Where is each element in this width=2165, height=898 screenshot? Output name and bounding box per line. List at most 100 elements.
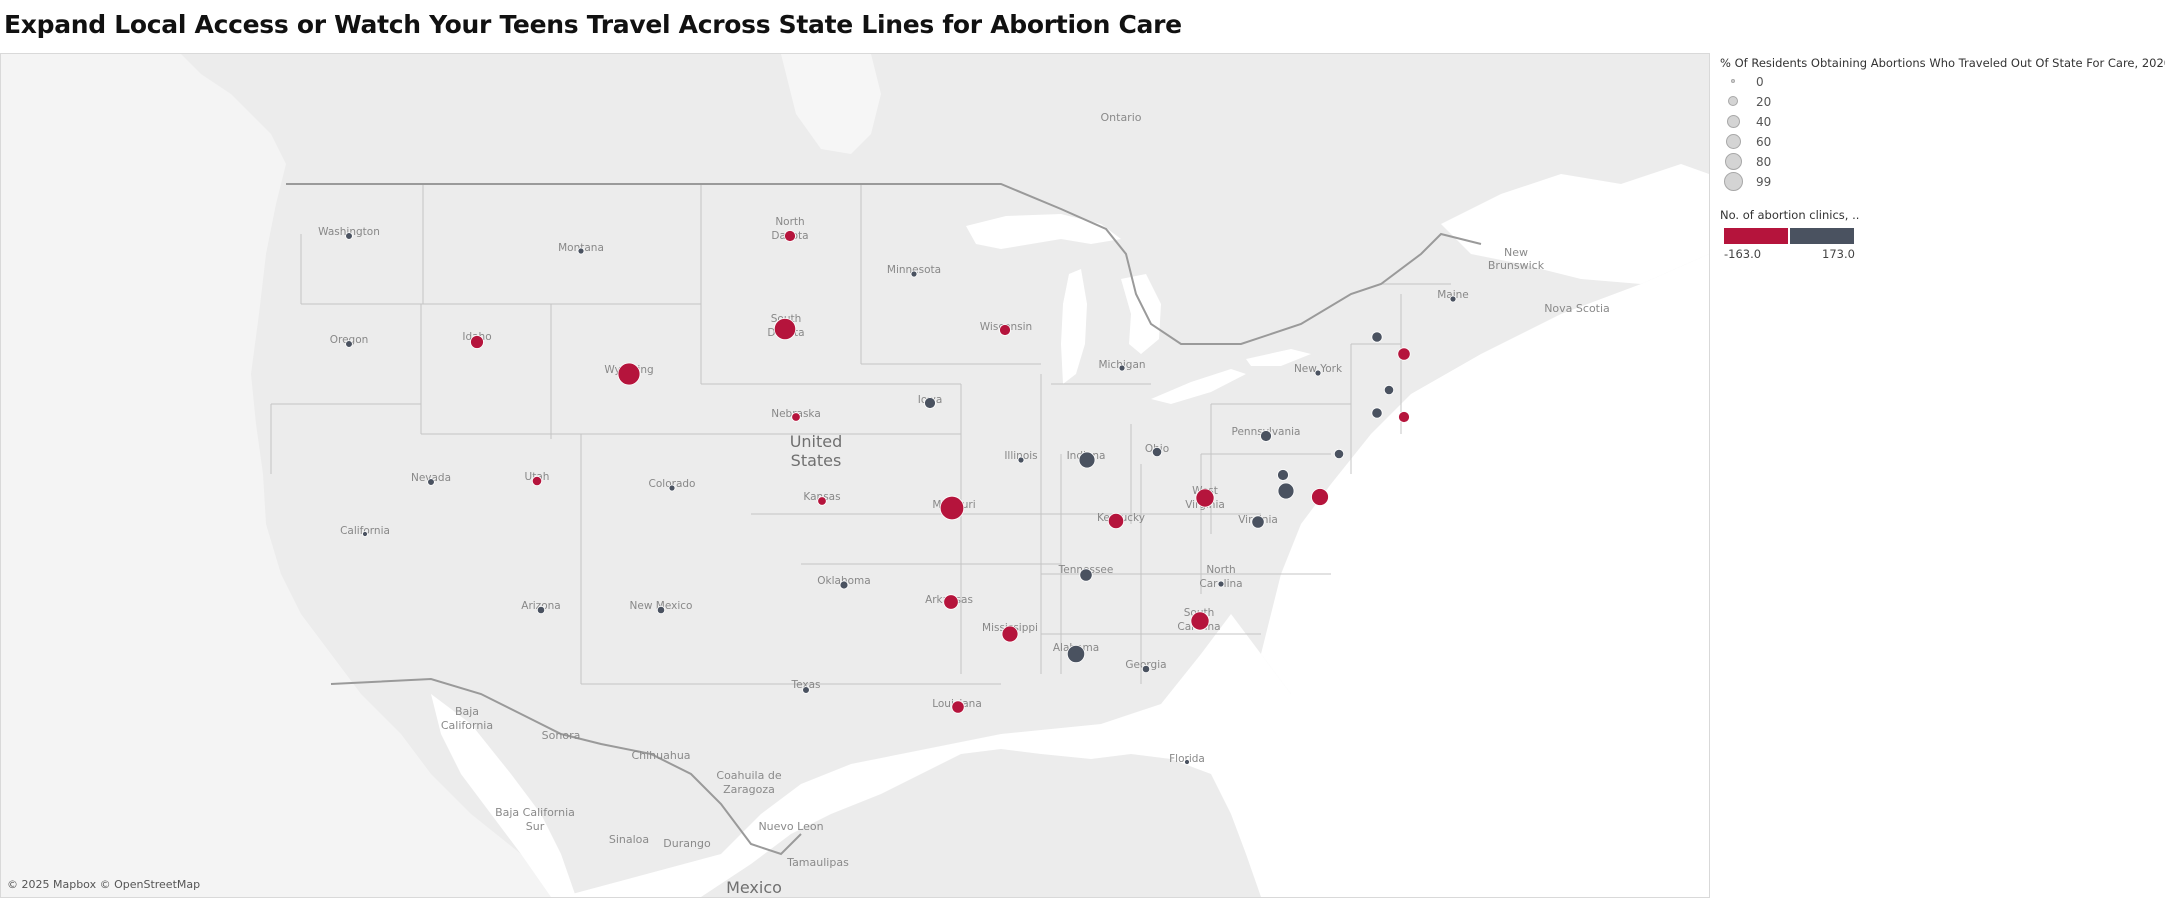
color-legend-title: No. of abortion clinics, .. <box>1720 208 1860 222</box>
bubble-montana[interactable] <box>577 247 585 255</box>
bubble-arkansas[interactable] <box>943 594 959 610</box>
bubble-georgia[interactable] <box>1141 664 1151 674</box>
bubble-colorado[interactable] <box>668 484 676 492</box>
bubble-minnesota[interactable] <box>910 270 918 278</box>
bubble-kentucky[interactable] <box>1107 512 1125 530</box>
size-legend-dot <box>1726 134 1741 149</box>
bubble-alabama[interactable] <box>1066 644 1086 664</box>
size-legend-dot <box>1731 79 1735 83</box>
color-legend-negative-swatch <box>1724 228 1788 244</box>
label-chihuahua: Chihuahua <box>631 749 690 762</box>
bubble-missouri[interactable] <box>939 495 965 521</box>
label-baja-california-sur-1: Baja California <box>495 806 575 819</box>
bubble-wisconsin[interactable] <box>999 324 1011 336</box>
bubble-virginia[interactable] <box>1251 515 1265 529</box>
size-legend-dot <box>1728 96 1738 106</box>
map-view[interactable]: Ontario New Brunswick Nova Scotia Sonora… <box>0 53 1710 898</box>
size-legend-dot <box>1725 153 1742 170</box>
color-legend-range: -163.0 173.0 <box>1724 244 1864 261</box>
bubble-north-carolina[interactable] <box>1217 580 1225 588</box>
color-legend: No. of abortion clinics, .. -163.0 173.0 <box>1720 208 1880 261</box>
size-legend-label: 80 <box>1756 155 1772 169</box>
color-legend-min: -163.0 <box>1724 247 1762 261</box>
bubble-south-carolina[interactable] <box>1190 611 1210 631</box>
bubble-michigan[interactable] <box>1118 364 1126 372</box>
label-coahuila-1: Coahuila de <box>716 769 781 782</box>
bubble-nevada[interactable] <box>427 478 435 486</box>
label-north-carolina-1: North <box>1206 564 1235 576</box>
bubble-utah[interactable] <box>531 475 543 487</box>
size-legend-label: 99 <box>1756 175 1772 189</box>
size-legend-item: 60 <box>1720 132 2160 152</box>
size-legend-label: 40 <box>1756 115 1772 129</box>
bubble-maine[interactable] <box>1449 295 1457 303</box>
bubble-maryland[interactable] <box>1277 482 1295 500</box>
size-legend-item: 80 <box>1720 152 2160 172</box>
bubble-texas[interactable] <box>802 686 810 694</box>
label-baja-california-1: Baja <box>455 705 479 718</box>
bubble-louisiana[interactable] <box>951 700 965 714</box>
bubble-pennsylvania[interactable] <box>1260 430 1272 442</box>
label-coahuila-2: Zaragoza <box>723 783 775 796</box>
size-legend-dot <box>1724 172 1743 191</box>
bubble-west-virginia[interactable] <box>1195 488 1215 508</box>
bubble-kansas[interactable] <box>817 496 827 506</box>
label-durango: Durango <box>663 837 711 850</box>
bubble-idaho[interactable] <box>470 335 484 349</box>
size-legend-label: 60 <box>1756 135 1772 149</box>
bubble-vermont[interactable] <box>1371 331 1383 343</box>
map-attribution[interactable]: © 2025 Mapbox © OpenStreetMap <box>7 878 200 891</box>
size-legend: % Of Residents Obtaining Abortions Who T… <box>1720 56 2165 192</box>
bubble-rhode-island[interactable] <box>1398 411 1410 423</box>
label-baja-california-2: California <box>441 719 493 732</box>
label-mexico: Mexico <box>726 878 782 897</box>
label-tamaulipas: Tamaulipas <box>786 856 849 869</box>
label-new-brunswick-1: New <box>1504 246 1528 259</box>
size-legend-dot <box>1727 115 1740 128</box>
size-legend-item: 99 <box>1720 172 2160 192</box>
size-legend-item: 40 <box>1720 112 2160 132</box>
bubble-mississippi[interactable] <box>1001 625 1019 643</box>
bubble-ohio[interactable] <box>1151 446 1163 458</box>
bubble-new-hampshire[interactable] <box>1397 347 1411 361</box>
bubble-south-dakota[interactable] <box>773 317 797 341</box>
size-legend-label: 20 <box>1756 95 1772 109</box>
bubble-new-mexico[interactable] <box>656 605 666 615</box>
bubble-washington-dc[interactable] <box>1277 469 1289 481</box>
size-legend-title: % Of Residents Obtaining Abortions Who T… <box>1720 56 2165 70</box>
bubble-florida[interactable] <box>1184 759 1190 765</box>
bubble-new-jersey[interactable] <box>1333 448 1345 460</box>
bubble-delaware[interactable] <box>1311 488 1329 506</box>
bubble-connecticut[interactable] <box>1371 407 1383 419</box>
bubble-indiana[interactable] <box>1078 451 1096 469</box>
bubble-nebraska[interactable] <box>791 412 801 422</box>
color-legend-positive-swatch <box>1790 228 1854 244</box>
bubble-oregon[interactable] <box>345 340 353 348</box>
page-title: Expand Local Access or Watch Your Teens … <box>4 10 1182 39</box>
label-baja-california-sur-2: Sur <box>526 820 545 833</box>
label-sinaloa: Sinaloa <box>609 833 649 846</box>
bubble-arizona[interactable] <box>536 605 546 615</box>
color-legend-bar <box>1724 228 1854 244</box>
bubble-massachusetts[interactable] <box>1383 384 1395 396</box>
bubble-tennessee[interactable] <box>1079 568 1093 582</box>
size-legend-item: 20 <box>1720 92 2160 112</box>
bubble-north-dakota[interactable] <box>784 230 796 242</box>
label-nova-scotia: Nova Scotia <box>1544 302 1610 315</box>
bubble-washington[interactable] <box>345 232 353 240</box>
bubble-california[interactable] <box>362 531 368 537</box>
bubble-oklahoma[interactable] <box>839 580 849 590</box>
label-united-states-2: States <box>791 451 842 470</box>
label-new-brunswick-2: Brunswick <box>1488 259 1545 272</box>
label-ontario: Ontario <box>1101 111 1142 124</box>
bubble-wyoming[interactable] <box>617 362 641 386</box>
color-legend-max: 173.0 <box>1822 247 1855 261</box>
label-sonora: Sonora <box>542 729 581 742</box>
label-nuevo-leon: Nuevo Leon <box>758 820 823 833</box>
label-united-states-1: United <box>790 432 843 451</box>
bubble-illinois[interactable] <box>1017 456 1025 464</box>
label-north-dakota-1: North <box>775 216 804 228</box>
bubble-new-york[interactable] <box>1314 369 1322 377</box>
bubble-iowa[interactable] <box>924 397 936 409</box>
size-legend-item: 0 <box>1720 72 2160 92</box>
